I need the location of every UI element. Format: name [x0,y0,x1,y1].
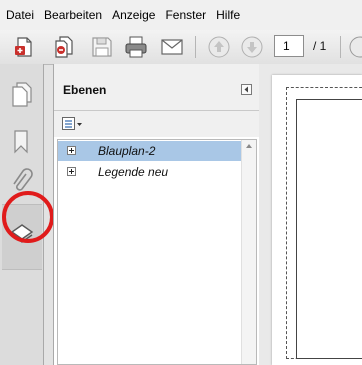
list-item[interactable]: Blauplan-2 [58,141,242,161]
navigation-rail [0,64,44,365]
layers-icon[interactable] [8,219,36,247]
page-number-input[interactable] [274,35,304,57]
panel-title: Ebenen [63,83,107,97]
layers-panel: Ebenen Blauplan-2 Legende neu [53,64,260,365]
toolbar: / 1 [0,30,362,65]
expand-icon[interactable] [67,167,76,176]
toolbar-separator [195,36,196,58]
layers-list: Blauplan-2 Legende neu [57,139,257,365]
page-total-label: / 1 [313,39,327,53]
next-page-icon[interactable] [240,35,264,59]
vertical-scrollbar[interactable] [241,140,256,364]
email-icon[interactable] [160,35,184,59]
collapse-panel-button[interactable] [241,84,252,95]
drawing-inner-frame [296,99,362,359]
menu-datei[interactable]: Datei [2,8,38,22]
list-item[interactable]: Legende neu [58,162,242,182]
options-bar [54,111,259,137]
layer-label: Legende neu [98,165,169,179]
previous-page-icon[interactable] [207,35,231,59]
panel-header: Ebenen [54,64,259,111]
scroll-up-icon[interactable] [245,143,253,149]
pages-icon[interactable] [8,80,36,108]
toolbar-separator [340,36,341,58]
menu-bearbeiten[interactable]: Bearbeiten [40,8,106,22]
document-area[interactable] [259,64,362,365]
zoom-out-icon[interactable] [348,35,362,59]
print-icon[interactable] [124,35,148,59]
menu-fenster[interactable]: Fenster [161,8,210,22]
create-pdf-icon[interactable] [12,35,36,59]
combine-files-icon[interactable] [52,35,76,59]
menu-hilfe[interactable]: Hilfe [212,8,244,22]
layer-label: Blauplan-2 [98,144,156,158]
expand-icon[interactable] [67,146,76,155]
attachments-icon[interactable] [8,168,36,196]
menu-anzeige[interactable]: Anzeige [108,8,159,22]
layer-options-icon[interactable] [62,117,84,131]
bookmarks-icon[interactable] [8,128,36,156]
save-icon[interactable] [90,35,114,59]
document-page [272,75,362,365]
menu-bar: Datei Bearbeiten Anzeige Fenster Hilfe [0,0,362,30]
